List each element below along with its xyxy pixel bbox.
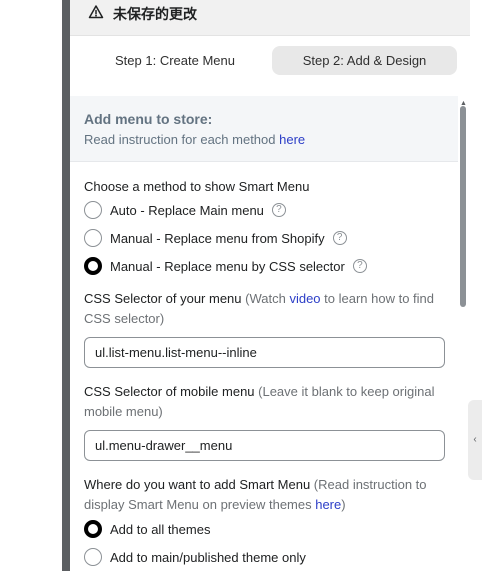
collapse-panel-chevron-icon[interactable]: ‹ [468, 400, 482, 480]
mobile-selector-input[interactable] [84, 430, 445, 461]
placement-here-link[interactable]: here [315, 497, 341, 512]
radio-main-theme[interactable] [84, 548, 102, 566]
placement-option-all-themes[interactable]: Add to all themes [84, 519, 210, 539]
method-option-manual-css[interactable]: Manual - Replace menu by CSS selector ? [84, 256, 367, 276]
video-link[interactable]: video [289, 291, 320, 306]
instruction-here-link[interactable]: here [279, 132, 305, 147]
add-menu-title: Add menu to store: [84, 111, 213, 127]
unsaved-changes-label: 未保存的更改 [113, 6, 197, 22]
unsaved-changes-bar: 未保存的更改 [70, 0, 470, 36]
radio-manual-css-label[interactable]: Manual - Replace menu by CSS selector [110, 259, 345, 274]
add-menu-to-store-box: Add menu to store: Read instruction for … [70, 96, 462, 162]
method-option-auto[interactable]: Auto - Replace Main menu ? [84, 200, 286, 220]
radio-auto[interactable] [84, 201, 102, 219]
placement-label: Where do you want to add Smart Menu (Rea… [84, 477, 427, 512]
help-icon[interactable]: ? [332, 231, 347, 245]
css-selector-label: CSS Selector of your menu (Watch video t… [84, 291, 434, 326]
panel-left-border [62, 0, 70, 571]
settings-scroll-area[interactable]: Add menu to store: Read instruction for … [70, 96, 462, 571]
radio-manual-css[interactable] [84, 257, 102, 275]
warning-triangle-icon [88, 5, 104, 19]
step-tabs: Step 1: Create Menu Step 2: Add & Design [70, 36, 470, 96]
scrollbar-thumb[interactable] [460, 106, 466, 307]
tab-step-1-create-menu[interactable]: Step 1: Create Menu [86, 46, 264, 75]
right-margin [470, 0, 484, 571]
left-margin [0, 0, 62, 571]
smart-menu-panel: 未保存的更改 Step 1: Create Menu Step 2: Add &… [70, 0, 470, 571]
placement-option-main-theme[interactable]: Add to main/published theme only [84, 547, 306, 567]
add-menu-instruction: Read instruction for each method here [84, 132, 306, 147]
method-heading: Choose a method to show Smart Menu [84, 179, 310, 194]
tab-step-2-add-design[interactable]: Step 2: Add & Design [272, 46, 457, 75]
radio-auto-label[interactable]: Auto - Replace Main menu [110, 203, 264, 218]
radio-manual-shopify[interactable] [84, 229, 102, 247]
radio-all-themes-label[interactable]: Add to all themes [110, 522, 210, 537]
help-icon[interactable]: ? [352, 259, 367, 273]
method-option-manual-shopify[interactable]: Manual - Replace menu from Shopify ? [84, 228, 347, 248]
mobile-selector-label: CSS Selector of mobile menu (Leave it bl… [84, 384, 435, 419]
radio-manual-shopify-label[interactable]: Manual - Replace menu from Shopify [110, 231, 325, 246]
css-selector-input[interactable] [84, 337, 445, 368]
help-icon[interactable]: ? [271, 203, 286, 217]
radio-main-theme-label[interactable]: Add to main/published theme only [110, 550, 306, 565]
radio-all-themes[interactable] [84, 520, 102, 538]
